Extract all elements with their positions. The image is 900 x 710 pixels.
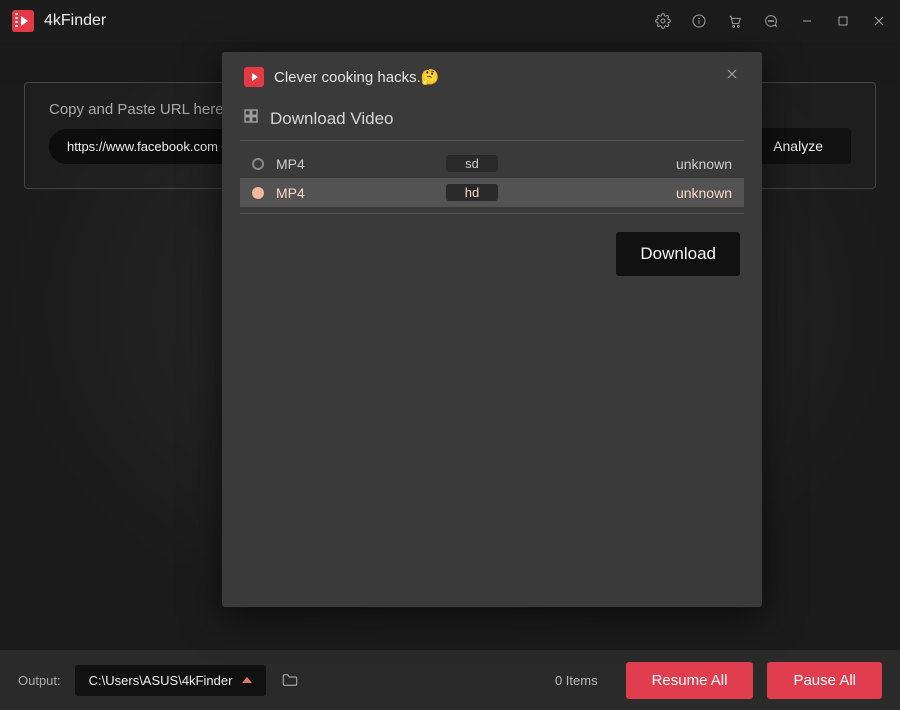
info-icon[interactable]: [690, 12, 708, 30]
format-quality-badge: hd: [446, 184, 498, 201]
titlebar-controls: [654, 12, 888, 30]
output-path-text: C:\Users\ASUS\4kFinder: [89, 673, 233, 688]
open-folder-icon[interactable]: [280, 671, 300, 689]
dialog-logo-icon: [244, 67, 264, 87]
titlebar: 4kFinder: [0, 0, 900, 42]
footer: Output: C:\Users\ASUS\4kFinder 0 Items R…: [0, 650, 900, 710]
minimize-icon[interactable]: [798, 12, 816, 30]
pause-all-button[interactable]: Pause All: [767, 662, 882, 699]
format-size: unknown: [676, 156, 732, 172]
format-list: MP4sd unknown MP4hd unknown: [240, 141, 744, 214]
radio-icon: [252, 187, 264, 199]
format-option[interactable]: MP4hd unknown: [240, 178, 744, 207]
dialog-section-heading: Download Video: [240, 103, 744, 141]
format-size: unknown: [676, 185, 732, 201]
feedback-icon[interactable]: [762, 12, 780, 30]
close-icon[interactable]: [870, 12, 888, 30]
dialog-title: Clever cooking hacks. 🤔: [274, 68, 714, 86]
app-title: 4kFinder: [44, 12, 106, 30]
output-label: Output:: [18, 673, 61, 688]
dialog-close-icon[interactable]: [724, 66, 740, 87]
items-count: 0 Items: [555, 673, 598, 688]
app-logo-icon: [12, 10, 34, 32]
gear-icon[interactable]: [654, 12, 672, 30]
format-quality-badge: sd: [446, 155, 498, 172]
output-path-selector[interactable]: C:\Users\ASUS\4kFinder: [75, 665, 267, 696]
download-dialog: Clever cooking hacks. 🤔 Download Video M…: [222, 52, 762, 607]
maximize-icon[interactable]: [834, 12, 852, 30]
video-grid-icon: [242, 107, 260, 130]
dialog-title-text: Clever cooking hacks.: [274, 69, 421, 86]
format-name: MP4: [276, 156, 446, 172]
format-option[interactable]: MP4sd unknown: [240, 149, 744, 178]
radio-icon: [252, 158, 264, 170]
cart-icon[interactable]: [726, 12, 744, 30]
dialog-emoji: 🤔: [421, 69, 440, 86]
download-button[interactable]: Download: [616, 232, 740, 276]
resume-all-button[interactable]: Resume All: [626, 662, 754, 699]
dialog-section-title: Download Video: [270, 109, 394, 129]
caret-up-icon: [242, 677, 252, 683]
dialog-header: Clever cooking hacks. 🤔: [240, 52, 744, 103]
format-name: MP4: [276, 185, 446, 201]
